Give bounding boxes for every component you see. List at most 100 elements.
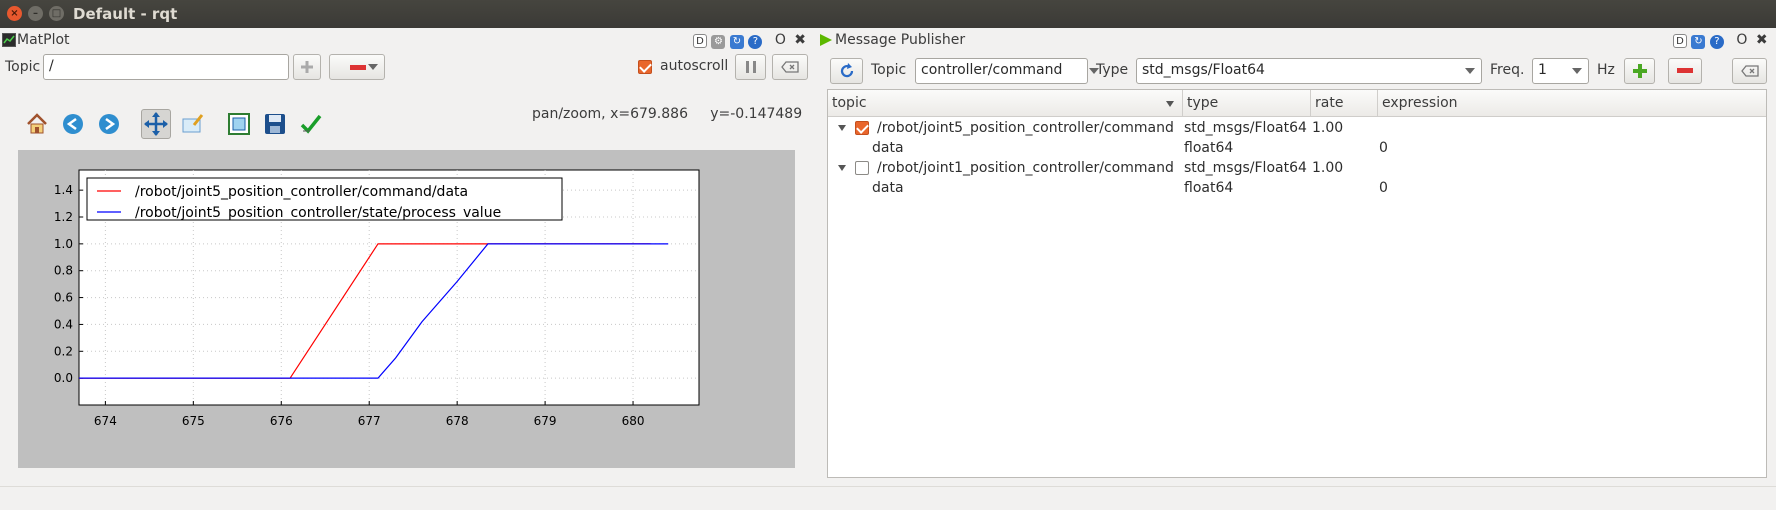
child-field-name: data [872,180,904,196]
column-header-type-label: type [1187,95,1219,111]
publisher-hz-label: Hz [1597,62,1615,78]
publisher-freq-combo[interactable]: 1 [1532,58,1589,84]
y-tick-label: 1.4 [54,183,73,197]
matplot-dock-title: MatPlot [17,32,70,48]
reload-icon[interactable]: ↻ [1691,35,1706,49]
publisher-topic-label: Topic [871,62,907,78]
publisher-dock-help-d[interactable]: D [1673,34,1687,48]
x-tick-label: 677 [358,414,381,428]
matplot-dock-close-button[interactable]: ✖ [794,32,806,48]
remove-publisher-button[interactable] [1668,58,1702,84]
child-field-expression[interactable]: 0 [1379,180,1388,196]
sort-indicator-icon [1166,101,1174,107]
child-field-name: data [872,140,904,156]
window-titlebar: × – □ Default - rqt [0,0,1776,28]
row-rate[interactable]: 1.00 [1312,160,1343,176]
publisher-dock-close-button[interactable]: ✖ [1756,32,1768,48]
gear-icon[interactable]: ⚙ [711,35,726,49]
window-title: Default - rqt [73,5,178,23]
x-tick-label: 675 [182,414,205,428]
window-maximize-button[interactable]: □ [49,6,64,21]
row-topic[interactable]: /robot/joint5_position_controller/comman… [877,120,1174,136]
chevron-down-icon [1465,68,1475,74]
help-icon[interactable]: ? [1709,35,1724,49]
expand-arrow-icon[interactable] [838,165,846,171]
chevron-down-icon [1572,68,1582,74]
expand-arrow-icon[interactable] [838,125,846,131]
row-topic[interactable]: /robot/joint1_position_controller/comman… [877,160,1174,176]
row-rate[interactable]: 1.00 [1312,120,1343,136]
y-tick-label: 1.2 [54,210,73,224]
publisher-tree-table[interactable]: topic type rate expression /robot/joint5… [827,89,1767,478]
pan-zoom-status: pan/zoom, x=679.886 y=-0.147489 [532,106,803,122]
y-tick-label: 0.6 [54,291,73,305]
pause-button[interactable] [735,54,766,80]
y-tick-label: 0.2 [54,344,73,358]
row-type: std_msgs/Float64 [1184,160,1307,176]
child-field-type: float64 [1184,140,1234,156]
x-tick-label: 674 [94,414,117,428]
column-header-expression[interactable]: expression [1378,90,1766,117]
add-topic-button[interactable] [293,54,321,80]
zoom-rect-icon[interactable] [180,111,206,137]
legend-label-2: /robot/joint5_position_controller/state/… [135,205,501,221]
publisher-topic-value: controller/command [921,62,1063,78]
publisher-type-combo[interactable]: std_msgs/Float64 [1136,58,1482,84]
row-type: std_msgs/Float64 [1184,120,1307,136]
x-tick-label: 678 [446,414,469,428]
column-header-topic[interactable]: topic [828,90,1183,117]
autoscroll-checkbox[interactable] [638,60,652,74]
x-tick-label: 676 [270,414,293,428]
refresh-topics-button[interactable] [830,58,863,84]
window-close-button[interactable]: × [7,6,22,21]
legend-label-1: /robot/joint5_position_controller/comman… [135,184,468,200]
column-header-rate-label: rate [1315,95,1344,111]
child-field-type: float64 [1184,180,1234,196]
matplot-dock-float-button[interactable]: O [775,32,786,48]
column-header-topic-label: topic [832,95,867,111]
add-publisher-button[interactable] [1624,58,1655,84]
publisher-type-label: Type [1096,62,1129,78]
reload-icon[interactable]: ↻ [729,35,744,49]
clear-button[interactable] [772,54,808,80]
publisher-dock-controls: D ↻ ? O ✖ [1673,32,1768,50]
matplot-dock-controls: D ⚙ ↻ ? O ✖ [693,32,806,50]
y-tick-label: 1.0 [54,237,73,251]
publisher-dock-float-button[interactable]: O [1736,32,1747,48]
status-bar [0,486,1776,510]
subplot-config-icon[interactable] [226,111,252,137]
child-field-expression[interactable]: 0 [1379,140,1388,156]
pan-move-icon[interactable] [141,109,171,139]
home-icon[interactable] [24,111,50,137]
matplot-dock-help-d[interactable]: D [693,34,707,48]
publish-enable-checkbox[interactable] [855,161,869,175]
help-icon[interactable]: ? [748,35,763,49]
column-header-type[interactable]: type [1183,90,1311,117]
autoscroll-label: autoscroll [660,58,729,74]
x-tick-label: 679 [534,414,557,428]
matplot-chart[interactable]: 674 675 676 677 678 679 680 0.0 0.2 0.4 0.6 0.8 1.0 1… [18,150,795,468]
play-icon [819,33,833,51]
matplot-topic-label: Topic [5,59,41,75]
publisher-freq-value: 1 [1538,62,1547,78]
forward-arrow-icon[interactable] [96,111,122,137]
publisher-topic-combo[interactable]: controller/command [915,58,1099,84]
column-header-rate[interactable]: rate [1311,90,1378,117]
save-figure-icon[interactable] [262,111,288,137]
matplot-topic-input[interactable]: / [43,54,289,80]
clear-publishers-button[interactable] [1732,58,1767,84]
publisher-type-value: std_msgs/Float64 [1142,62,1265,78]
y-tick-label: 0.4 [54,317,73,331]
chevron-down-icon [368,64,378,70]
back-arrow-icon[interactable] [60,111,86,137]
window-minimize-button[interactable]: – [28,6,43,21]
publisher-freq-label: Freq. [1490,62,1525,78]
publish-enable-checkbox[interactable] [855,121,869,135]
remove-topic-combo[interactable] [329,54,385,80]
x-tick-label: 680 [622,414,645,428]
y-tick-label: 0.0 [54,371,73,385]
matplot-dock-icon [2,33,16,51]
column-header-expression-label: expression [1382,95,1458,111]
publisher-dock-title: Message Publisher [835,32,966,48]
edit-check-icon[interactable] [298,111,324,137]
